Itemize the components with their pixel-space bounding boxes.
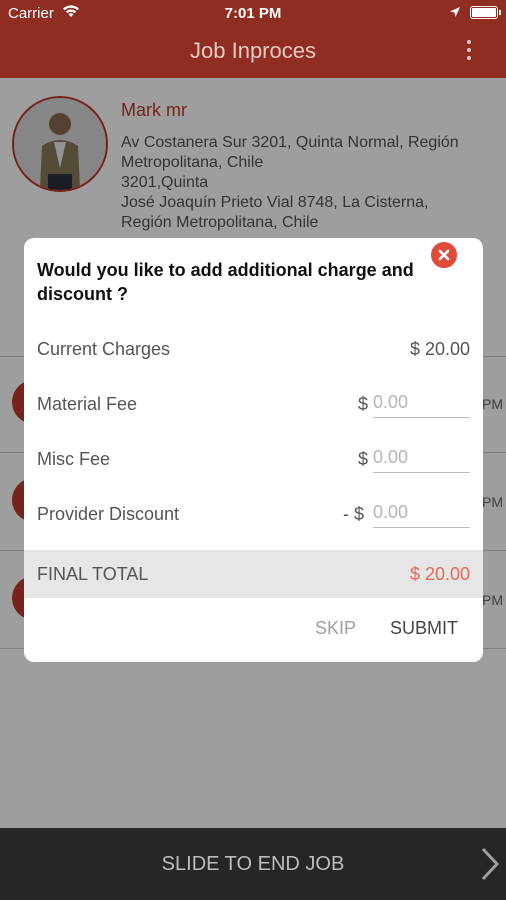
current-charges-row: Current Charges $ 20.00 bbox=[24, 329, 483, 369]
skip-button[interactable]: SKIP bbox=[315, 618, 356, 639]
chevron-right-icon[interactable] bbox=[480, 846, 500, 882]
location-arrow-icon bbox=[450, 7, 460, 17]
slide-to-end-bar[interactable]: SLIDE TO END JOB bbox=[0, 828, 506, 900]
current-charges-label: Current Charges bbox=[37, 339, 171, 359]
status-time: 7:01 PM bbox=[224, 5, 282, 22]
page-title: Job Inproces bbox=[190, 38, 316, 63]
dialog-title: Would you like to add additional charge … bbox=[37, 260, 414, 304]
misc-fee-currency: $ bbox=[358, 449, 369, 469]
provider-discount-input[interactable] bbox=[373, 498, 470, 528]
final-total-label: FINAL TOTAL bbox=[37, 564, 149, 584]
app-header: Carrier 7:01 PM Job Inproces bbox=[0, 0, 506, 78]
additional-charge-dialog: Would you like to add additional charge … bbox=[24, 238, 483, 662]
provider-discount-label: Provider Discount bbox=[37, 504, 180, 524]
misc-fee-row: Misc Fee $ bbox=[24, 439, 483, 479]
submit-button[interactable]: SUBMIT bbox=[390, 618, 458, 639]
close-dialog-button[interactable] bbox=[429, 240, 459, 270]
slide-to-end-label: SLIDE TO END JOB bbox=[161, 853, 345, 875]
final-total-row: FINAL TOTAL $ 20.00 bbox=[24, 550, 483, 598]
material-fee-row: Material Fee $ bbox=[24, 384, 483, 424]
material-fee-currency: $ bbox=[358, 394, 369, 414]
material-fee-input[interactable] bbox=[373, 388, 470, 418]
misc-fee-input[interactable] bbox=[373, 443, 470, 473]
final-total-value: $ 20.00 bbox=[409, 564, 470, 584]
provider-discount-currency: - $ bbox=[343, 504, 365, 524]
misc-fee-label: Misc Fee bbox=[37, 449, 111, 469]
material-fee-label: Material Fee bbox=[37, 394, 138, 414]
current-charges-value: $ 20.00 bbox=[409, 339, 470, 359]
dialog-actions: SKIP SUBMIT bbox=[24, 610, 483, 650]
provider-discount-row: Provider Discount - $ bbox=[24, 494, 483, 534]
status-bar: Carrier 7:01 PM bbox=[0, 0, 506, 28]
battery-icon bbox=[470, 6, 501, 19]
close-icon bbox=[438, 249, 450, 261]
more-options-icon[interactable] bbox=[462, 40, 476, 64]
